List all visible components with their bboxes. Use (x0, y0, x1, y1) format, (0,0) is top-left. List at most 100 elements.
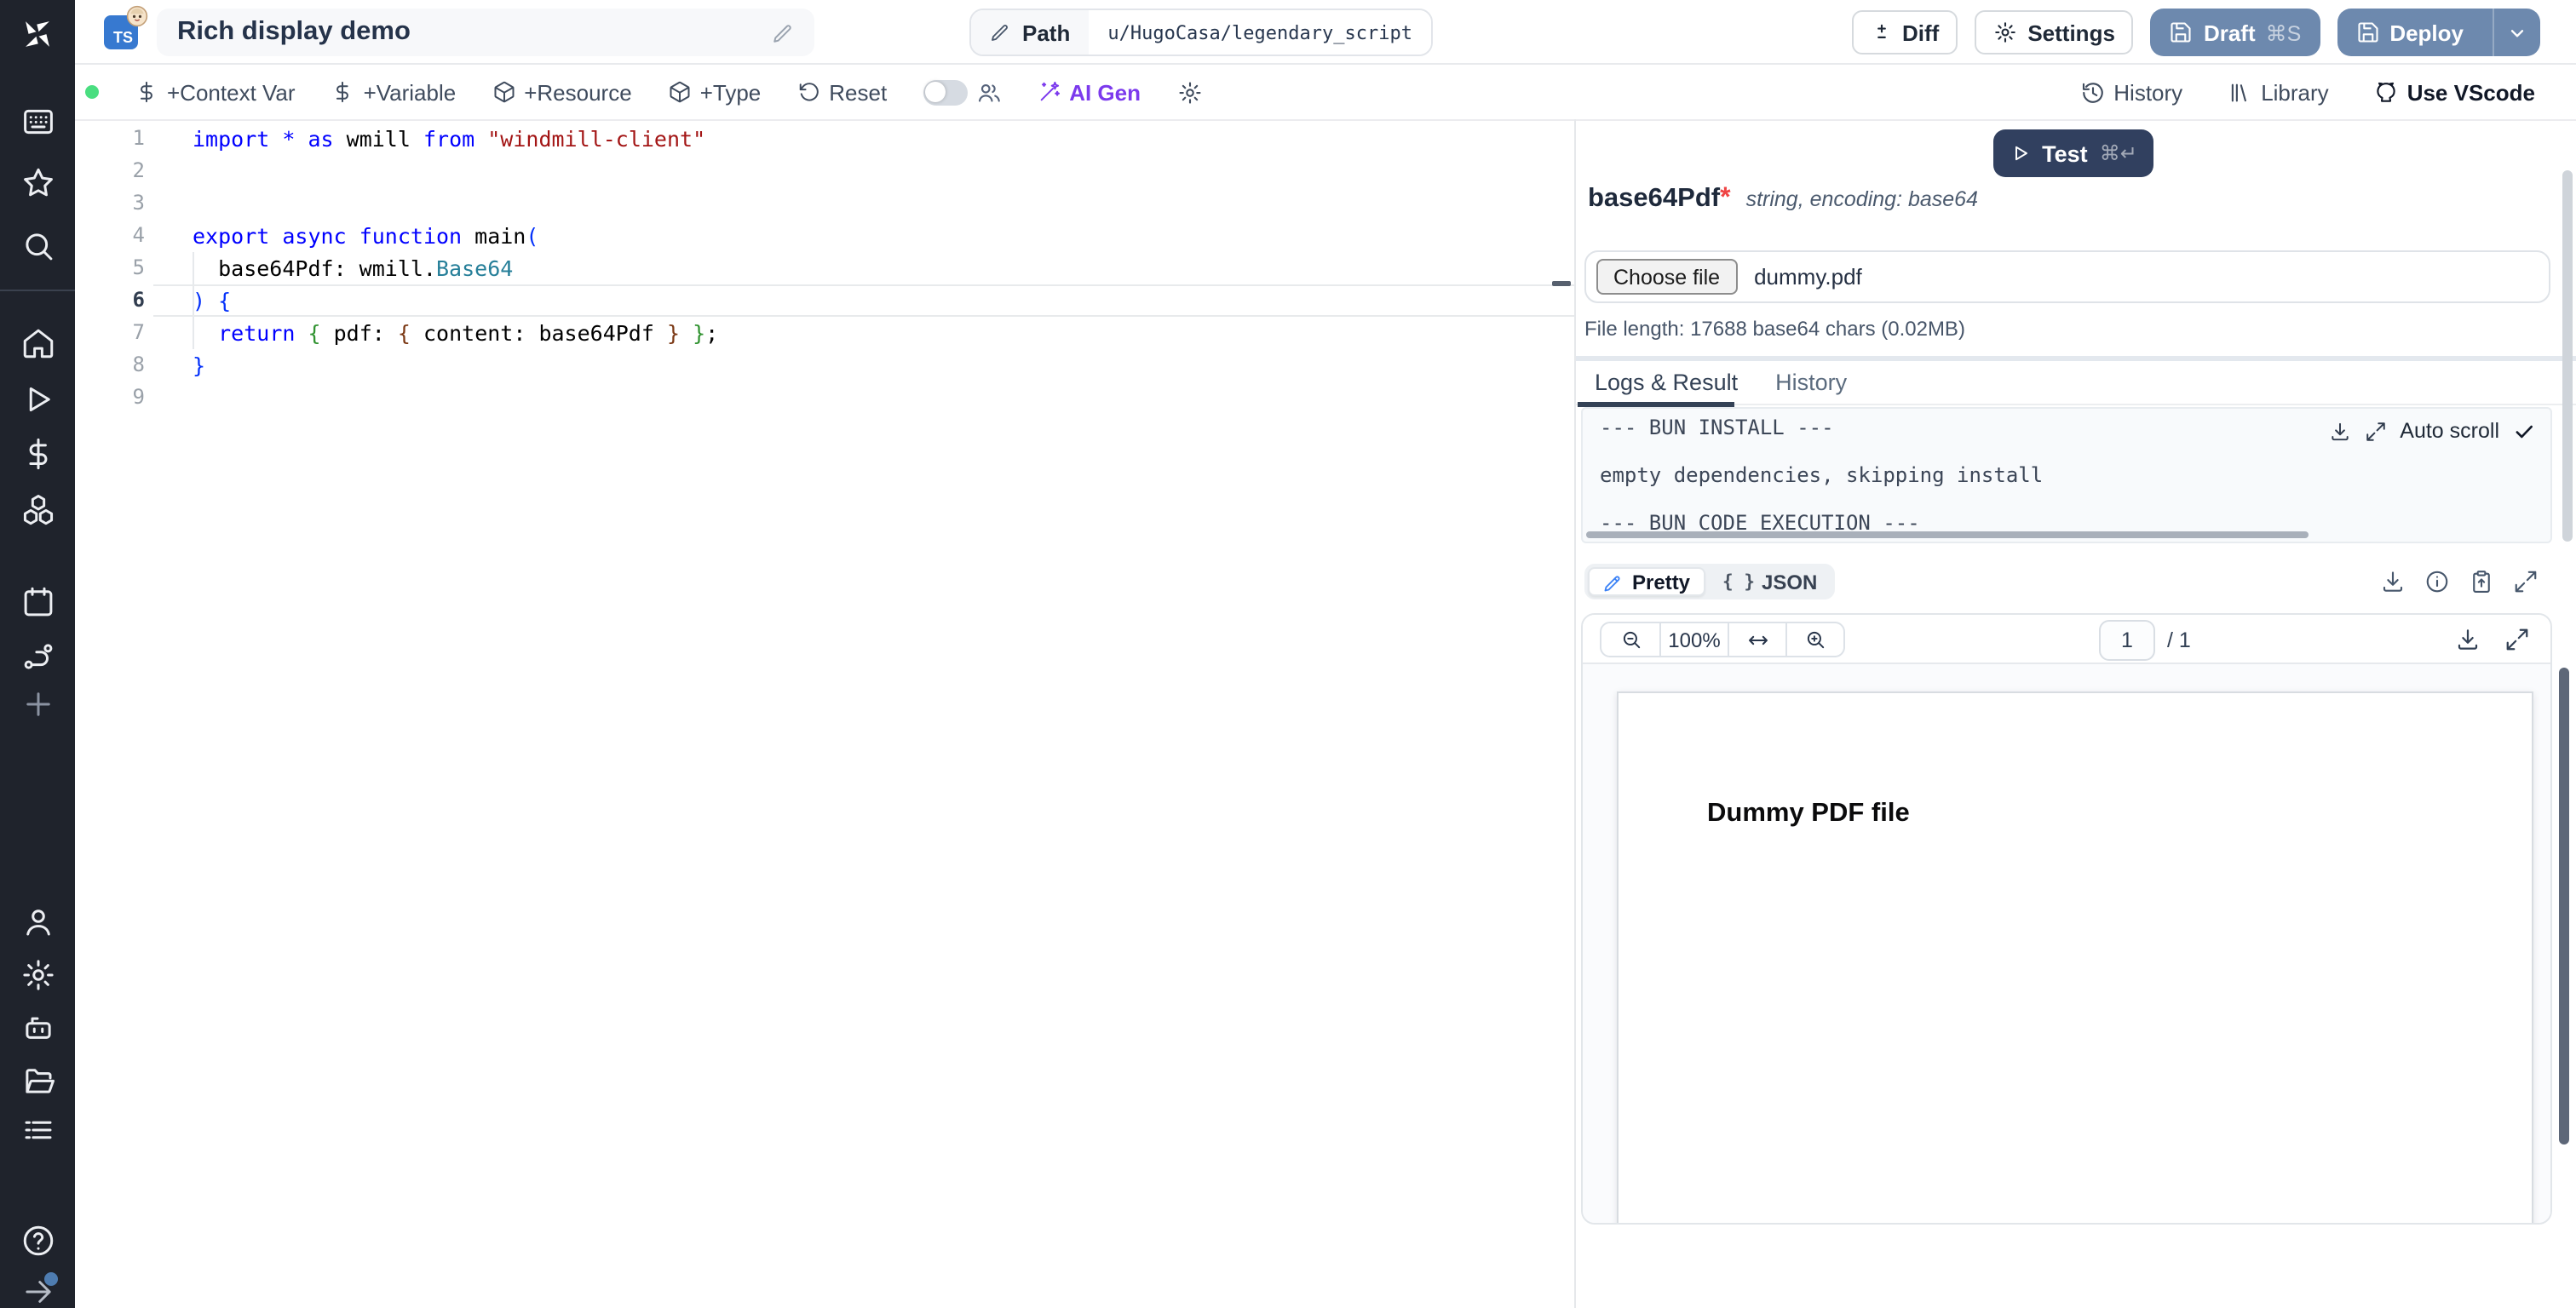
sidebar-item-folder-open[interactable] (19, 1061, 56, 1099)
deploy-dropdown-button[interactable] (2493, 9, 2540, 56)
draft-shortcut: ⌘S (2265, 21, 2302, 45)
bot-icon (25, 1016, 50, 1038)
code-line[interactable]: } (193, 349, 205, 382)
sidebar-item-calendar[interactable] (19, 582, 56, 620)
test-button[interactable]: Test ⌘↵ (1993, 129, 2153, 177)
plus-icon (26, 691, 49, 715)
view-json-button[interactable]: { } JSON (1709, 570, 1831, 594)
reset-button[interactable]: Reset (796, 79, 887, 105)
view-pretty-label: Pretty (1632, 570, 1691, 594)
deploy-button[interactable]: Deploy (2337, 9, 2482, 56)
sidebar-item-boxes[interactable] (19, 490, 56, 528)
code-line[interactable]: export async function main( (193, 220, 538, 252)
braces-icon: { } (1722, 571, 1755, 592)
sidebar-item-bot[interactable] (19, 1008, 56, 1046)
calendar-icon (23, 586, 52, 616)
ai-gen-button[interactable]: AI Gen (1037, 79, 1141, 105)
diff-button[interactable]: Diff (1851, 10, 1958, 54)
library-label: Library (2261, 79, 2329, 105)
code-line[interactable]: import * as wmill from "windmill-client" (193, 123, 705, 155)
pdf-canvas-area[interactable]: Dummy PDF file (1583, 664, 2550, 1223)
page-number-input[interactable]: 1 (2099, 619, 2155, 660)
add-type-button[interactable]: +Type (668, 79, 761, 105)
sidebar-item-plus[interactable] (19, 685, 56, 722)
pdf-scrollbar-thumb[interactable] (2559, 668, 2568, 1144)
choose-file-button[interactable]: Choose file (1596, 259, 1738, 295)
view-json-label: JSON (1761, 570, 1818, 594)
line-number: 2 (132, 158, 145, 182)
library-button[interactable]: Library (2227, 79, 2329, 105)
package-icon (668, 80, 692, 104)
panel-divider[interactable] (1574, 119, 1576, 1308)
windmill-logo-icon[interactable] (19, 15, 56, 53)
view-pretty-button[interactable]: Pretty (1588, 567, 1706, 596)
required-asterisk: * (1720, 184, 1731, 213)
test-shortcut: ⌘↵ (2099, 141, 2137, 165)
sidebar-item-app-grid[interactable] (19, 102, 56, 140)
sidebar-item-route[interactable] (19, 637, 56, 674)
history-button[interactable]: History (2079, 79, 2182, 105)
file-length-text: File length: 17688 base64 chars (0.02MB) (1584, 317, 1965, 341)
use-vscode-button[interactable]: Use VScode (2373, 79, 2535, 105)
path-widget[interactable]: Path u/HugoCasa/legendary_script (969, 9, 1433, 56)
sidebar-item-play[interactable] (19, 380, 56, 417)
sidebar-item-list-dots[interactable] (19, 1110, 56, 1148)
ai-gen-label: AI Gen (1069, 79, 1141, 105)
zoom-out-icon[interactable] (1601, 623, 1659, 656)
line-number: 7 (132, 320, 145, 344)
sidebar-item-gear[interactable] (19, 955, 56, 993)
code-line[interactable]: return { pdf: { content: base64Pdf } }; (193, 317, 718, 349)
play-icon (2010, 143, 2030, 164)
expand-logs-icon[interactable] (2364, 420, 2386, 442)
search-icon (25, 232, 52, 260)
save-icon (2170, 20, 2194, 44)
result-tabs: Logs & Result History (1576, 359, 2576, 405)
settings-button[interactable]: Settings (1975, 10, 2134, 54)
sidebar-item-home[interactable] (19, 324, 56, 361)
sidebar-item-help[interactable] (19, 1221, 56, 1259)
draft-button[interactable]: Draft ⌘S (2150, 9, 2320, 56)
line-number: 6 (132, 288, 145, 312)
sidebar-item-user[interactable] (19, 903, 56, 940)
path-value: u/HugoCasa/legendary_script (1089, 10, 1431, 54)
download-pdf-icon[interactable] (2455, 627, 2481, 652)
sidebar-item-search[interactable] (19, 227, 56, 264)
copy-json-icon[interactable] (2469, 569, 2494, 594)
sidebar (0, 0, 75, 1308)
sidebar-item-dollar[interactable] (19, 434, 56, 472)
file-name: dummy.pdf (1754, 264, 1862, 290)
download-result-icon[interactable] (2380, 569, 2406, 594)
tab-history[interactable]: History (1757, 369, 1866, 394)
code-line[interactable]: base64Pdf: wmill.Base64 (193, 252, 513, 284)
test-label: Test (2042, 141, 2088, 166)
auto-scroll-label[interactable]: Auto scroll (2400, 419, 2499, 443)
add-context-var-button[interactable]: +Context Var (135, 79, 296, 105)
draft-label: Draft (2203, 20, 2256, 45)
zoom-level[interactable]: 100% (1659, 623, 1728, 656)
add-resource-button[interactable]: +Resource (492, 79, 632, 105)
pdf-page-text: Dummy PDF file (1707, 799, 1910, 828)
editor-settings-icon[interactable] (1176, 79, 1202, 105)
info-icon[interactable] (2424, 569, 2450, 594)
tab-logs-result[interactable]: Logs & Result (1576, 369, 1757, 394)
add-variable-button[interactable]: +Variable (331, 79, 456, 105)
fullscreen-pdf-icon[interactable] (2504, 627, 2530, 652)
log-panel[interactable]: --- BUN INSTALL --- empty dependencies, … (1581, 407, 2552, 543)
panel-scrollbar-thumb[interactable] (2562, 170, 2572, 542)
fit-width-icon[interactable] (1728, 623, 1785, 656)
log-output: --- BUN INSTALL --- empty dependencies, … (1600, 416, 2044, 535)
log-horizontal-scrollbar[interactable] (1586, 531, 2309, 538)
expand-result-icon[interactable] (2513, 569, 2539, 594)
overview-ruler-cursor (1552, 281, 1571, 286)
package-icon (492, 80, 515, 104)
edit-title-icon[interactable] (772, 21, 794, 43)
code-line[interactable]: ) { (193, 284, 231, 317)
collab-toggle[interactable] (923, 79, 968, 105)
status-dot (85, 85, 99, 99)
sidebar-item-star[interactable] (19, 164, 56, 201)
rotate-ccw-icon (796, 80, 820, 104)
line-number: 4 (132, 223, 145, 247)
file-input[interactable]: Choose file dummy.pdf (1584, 250, 2550, 303)
zoom-in-icon[interactable] (1785, 623, 1843, 656)
download-logs-icon[interactable] (2328, 420, 2350, 442)
